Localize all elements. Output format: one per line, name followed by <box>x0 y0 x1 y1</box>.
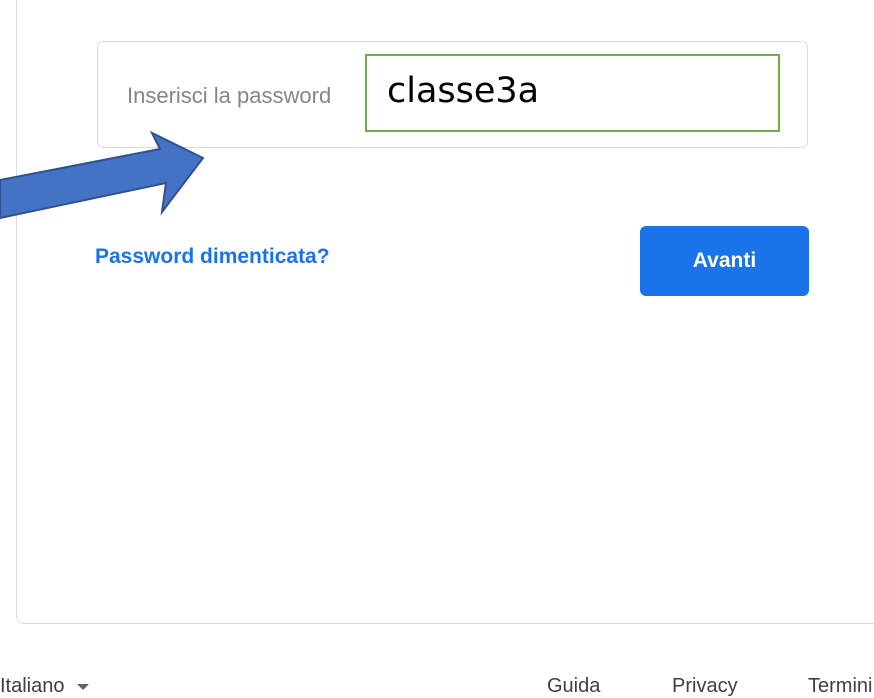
next-button[interactable]: Avanti <box>640 226 809 296</box>
forgot-password-link[interactable]: Password dimenticata? <box>95 245 330 269</box>
typed-password-callout: classe3a <box>365 54 780 132</box>
footer-link-help[interactable]: Guida <box>547 675 600 698</box>
footer-link-terms[interactable]: Termini <box>808 675 872 698</box>
password-placeholder: Inserisci la password <box>127 83 332 108</box>
footer-link-privacy[interactable]: Privacy <box>672 675 738 698</box>
dropdown-caret-icon <box>76 683 89 690</box>
language-selector[interactable]: Italiano <box>0 675 89 698</box>
